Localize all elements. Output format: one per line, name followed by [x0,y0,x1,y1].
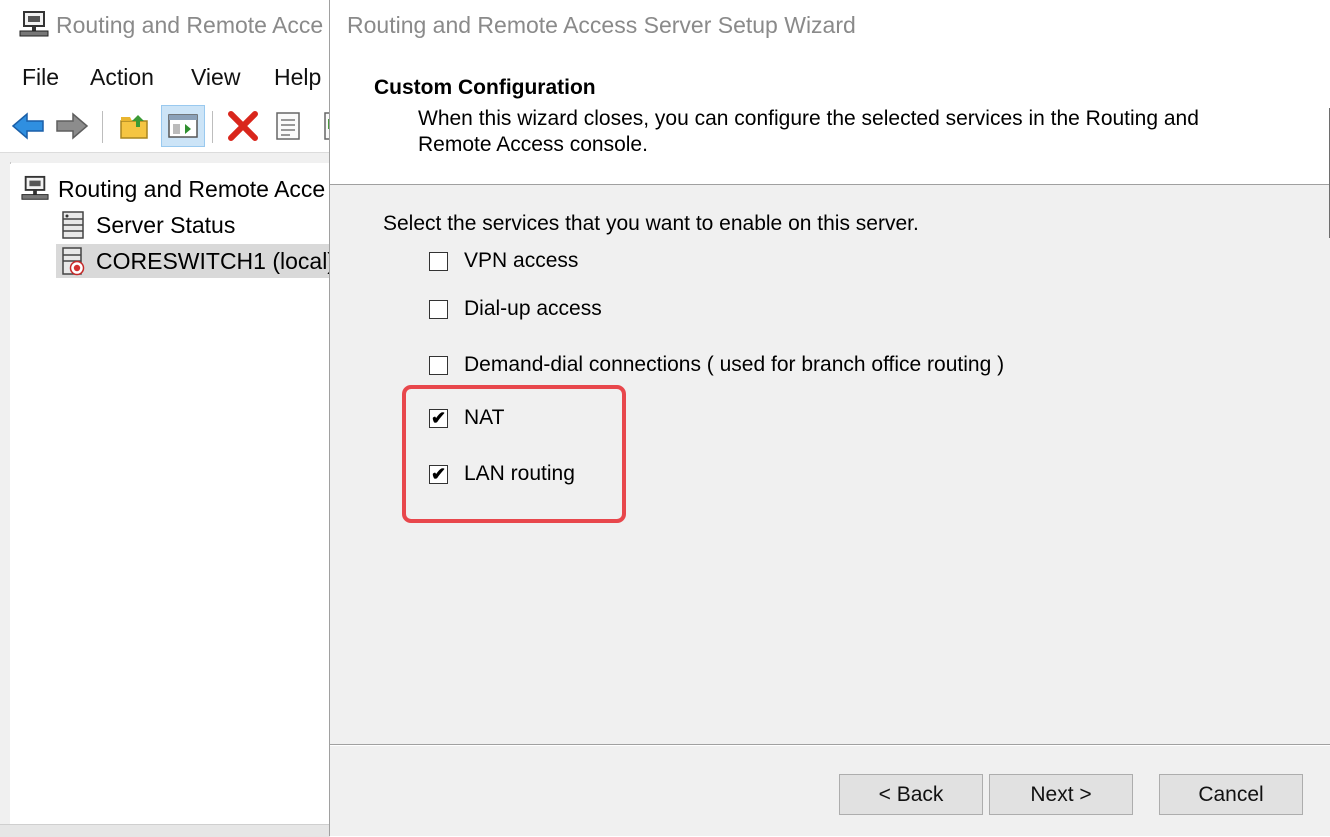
vpn-access-checkbox[interactable] [429,251,448,271]
console-title: Routing and Remote Acce [56,12,324,38]
toolbar-divider [0,152,340,163]
up-folder-icon[interactable] [116,107,152,145]
highlight-annotation-box [402,385,626,523]
wizard-title: Routing and Remote Access Server Setup W… [347,12,856,38]
setup-wizard-dialog: Routing and Remote Access Server Setup W… [329,0,1330,836]
back-button[interactable]: < Back [839,774,983,815]
next-button[interactable]: Next > [989,774,1133,815]
rras-root-icon [18,172,52,206]
server-stopped-icon [56,244,90,278]
properties-icon[interactable] [270,107,306,145]
footer-divider-highlight [330,745,1330,746]
dialup-access-label: Dial-up access [464,297,602,320]
dialup-access-option[interactable]: Dial-up access [429,297,602,321]
rras-app-icon [18,10,50,45]
demand-dial-label: Demand-dial connections ( used for branc… [464,353,1005,376]
console-toolbar [0,101,342,153]
dialup-access-checkbox[interactable] [429,299,448,319]
menu-help[interactable]: Help [274,64,321,91]
services-prompt: Select the services that you want to ena… [383,212,919,235]
toolbar-separator [102,111,103,143]
menu-action[interactable]: Action [90,64,154,91]
vpn-access-option[interactable]: VPN access [429,249,578,273]
cancel-button[interactable]: Cancel [1159,774,1303,815]
wizard-body: Select the services that you want to ena… [330,185,1330,743]
delete-icon[interactable] [225,107,261,145]
page-description: When this wizard closes, you can configu… [418,107,1199,156]
page-heading: Custom Configuration [374,76,596,99]
server-status-icon [56,208,90,242]
toolbar-separator [212,111,213,143]
show-hide-console-tree-icon[interactable] [161,105,205,147]
tree-item-root[interactable]: Routing and Remote Acce [18,172,325,206]
tree-item-root-label: Routing and Remote Acce [58,175,326,202]
console-titlebar: Routing and Remote Acce [0,0,340,54]
wizard-header: Custom Configuration When this wizard cl… [330,54,1330,238]
menubar: File Action View Help [0,58,340,98]
console-statusbar [0,824,330,837]
demand-dial-checkbox[interactable] [429,355,448,375]
tree-item-local-server-label: CORESWITCH1 (local) [96,247,335,274]
tree-item-server-status[interactable]: Server Status [56,208,235,242]
menu-view[interactable]: View [191,64,240,91]
demand-dial-option[interactable]: Demand-dial connections ( used for branc… [429,353,1004,377]
forward-arrow-icon[interactable] [54,107,90,145]
console-tree: Routing and Remote Acce Server Status CO… [10,164,336,824]
back-arrow-icon[interactable] [10,107,46,145]
menu-file[interactable]: File [22,64,59,91]
tree-item-server-status-label: Server Status [96,211,236,238]
wizard-titlebar: Routing and Remote Access Server Setup W… [330,0,1330,54]
vpn-access-label: VPN access [464,249,579,272]
tree-item-local-server[interactable]: CORESWITCH1 (local) [56,244,336,278]
